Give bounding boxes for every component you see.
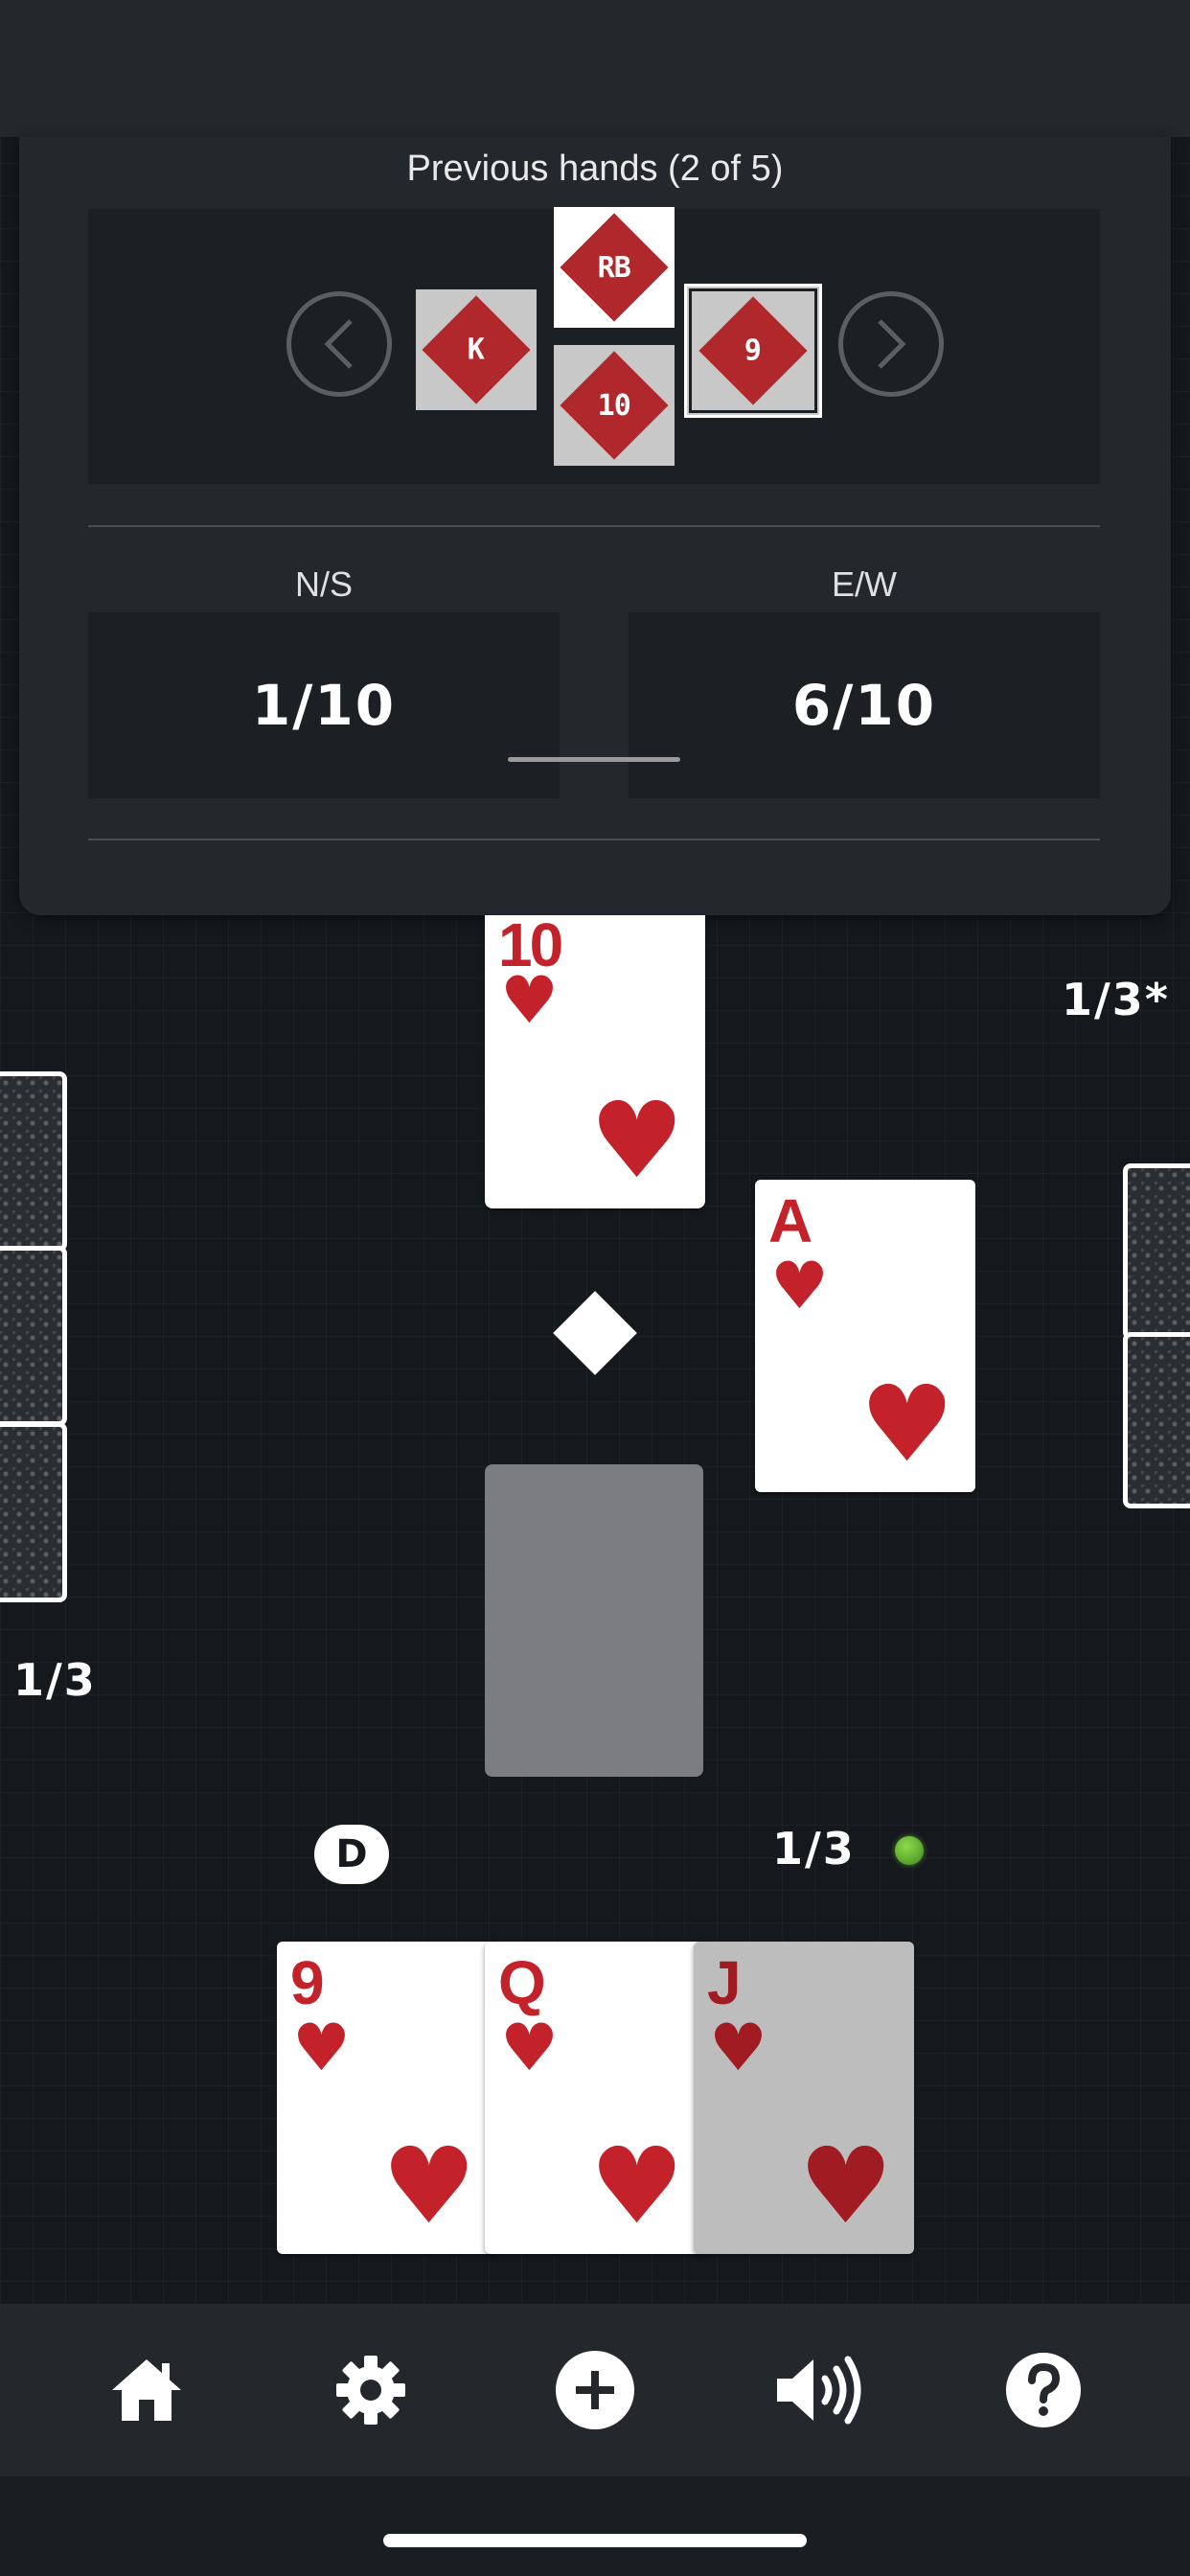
- card-rank: J: [707, 1948, 742, 2017]
- speaker-icon: [777, 2356, 861, 2425]
- sound-button[interactable]: [762, 2333, 877, 2448]
- status-bar: [0, 0, 1190, 137]
- previous-trick-card-south: 10: [554, 345, 675, 466]
- score-ew: 6/10: [629, 612, 1100, 798]
- west-card-back: [0, 1071, 67, 1252]
- plus-icon: [556, 2351, 634, 2429]
- team-label-ew: E/W: [832, 564, 897, 604]
- card-label: K: [468, 333, 485, 367]
- east-played-card: A ♥ ♥: [755, 1180, 975, 1492]
- chevron-left-icon: [324, 319, 353, 369]
- home-button[interactable]: [89, 2333, 204, 2448]
- previous-trick-card-west: K: [416, 289, 537, 410]
- east-card-back: [1123, 1163, 1190, 1340]
- card-suit-large: ♥: [589, 1079, 684, 1202]
- next-hand-button[interactable]: [838, 291, 944, 397]
- home-icon: [112, 2359, 181, 2421]
- chevron-right-icon: [878, 319, 906, 369]
- south-trick-count: 1/3: [772, 1823, 856, 1874]
- gear-icon: [336, 2356, 405, 2425]
- hand-card-disabled[interactable]: J ♥ ♥: [694, 1942, 914, 2254]
- card-suit-small: ♥: [292, 2011, 351, 2086]
- settings-button[interactable]: [313, 2333, 428, 2448]
- previous-trick-card-east: 9: [684, 284, 822, 418]
- card-suit-small: ♥: [709, 2011, 767, 2086]
- card-label: 10: [597, 388, 631, 423]
- card-suit-small: ♥: [500, 2011, 559, 2086]
- trump-diamond-icon: [553, 1291, 637, 1375]
- card-rank: 9: [290, 1948, 325, 2017]
- home-indicator[interactable]: [383, 2534, 807, 2547]
- previous-trick-box: K RB 10 9: [88, 207, 1100, 484]
- card-suit-large: ♥: [589, 2125, 684, 2247]
- help-button[interactable]: [986, 2333, 1101, 2448]
- card-suit-large: ♥: [381, 2125, 476, 2247]
- west-card-back: [0, 1246, 67, 1426]
- west-trick-count: 1/3: [13, 1654, 97, 1706]
- card-suit-small: ♥: [770, 1249, 829, 1324]
- hand-card[interactable]: 9 ♥ ♥: [277, 1942, 497, 2254]
- divider: [88, 525, 1100, 527]
- card-label: 9: [744, 334, 762, 368]
- east-trick-count: 1/3*: [1062, 974, 1170, 1025]
- bottom-toolbar: [0, 2304, 1190, 2476]
- dealer-badge: D: [314, 1825, 389, 1884]
- card-rank: Q: [498, 1948, 546, 2017]
- previous-hands-panel: Previous hands (2 of 5) K RB 10 9 N/S E/…: [19, 137, 1171, 915]
- divider: [88, 839, 1100, 840]
- card-suit-large: ♥: [798, 2125, 893, 2247]
- new-game-button[interactable]: [538, 2333, 652, 2448]
- north-played-card: 10 ♥ ♥: [485, 915, 705, 1208]
- previous-hand-button[interactable]: [286, 291, 392, 397]
- card-suit-large: ♥: [859, 1363, 954, 1485]
- home-indicator-area: [0, 2476, 1190, 2576]
- previous-hands-title: Previous hands (2 of 5): [406, 149, 784, 189]
- score-ns: 1/10: [88, 612, 560, 798]
- east-card-back: [1123, 1332, 1190, 1508]
- card-suit-small: ♥: [500, 963, 559, 1039]
- team-label-ns: N/S: [294, 564, 353, 604]
- card-rank: A: [768, 1186, 812, 1255]
- south-card-slot: [485, 1464, 703, 1777]
- card-label: RB: [597, 250, 631, 285]
- panel-drag-handle[interactable]: [508, 757, 680, 762]
- hand-card[interactable]: Q ♥ ♥: [485, 1942, 705, 2254]
- west-card-back: [0, 1422, 67, 1602]
- help-icon: [1006, 2353, 1081, 2427]
- previous-trick-card-north: RB: [554, 207, 675, 328]
- turn-indicator: [895, 1836, 924, 1865]
